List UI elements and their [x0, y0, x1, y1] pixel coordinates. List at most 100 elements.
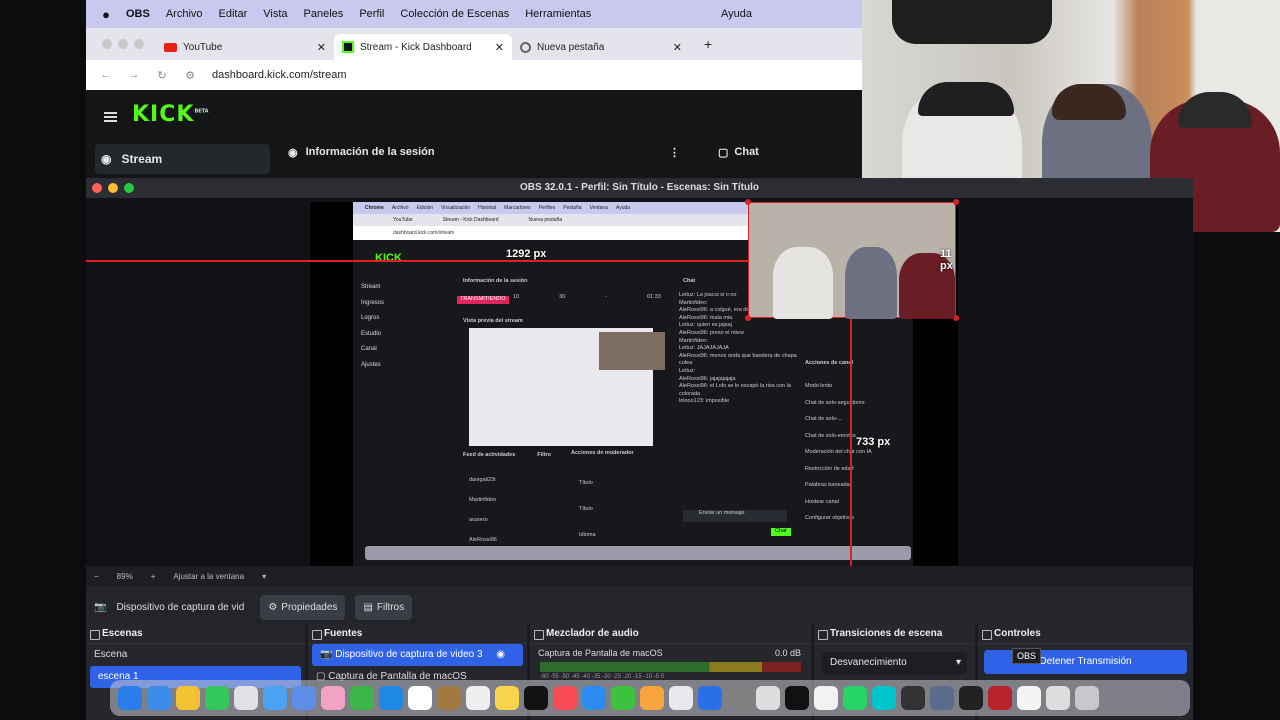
forward-icon[interactable]: →	[126, 69, 142, 81]
webcam-source-bounding-box[interactable]	[745, 199, 959, 321]
freeform-icon[interactable]	[669, 686, 693, 710]
canva-icon[interactable]	[872, 686, 896, 710]
tab-new-tab[interactable]: Nueva pestaña ✕	[512, 34, 690, 60]
resize-handle[interactable]	[745, 315, 751, 321]
eye-icon[interactable]: ◉	[496, 644, 505, 666]
mixer-title: Mezclador de audio	[530, 624, 811, 644]
music-icon[interactable]	[553, 686, 577, 710]
source-toolbar: 📷 Dispositivo de captura de vid ⚙ Propied…	[86, 586, 1193, 628]
settings-icon[interactable]	[727, 686, 751, 710]
app-icon[interactable]	[930, 686, 954, 710]
dictionary-icon[interactable]	[988, 686, 1012, 710]
chevron-down-icon: ▾	[955, 657, 961, 668]
maps-icon[interactable]	[292, 686, 316, 710]
menu-herramientas[interactable]: Herramientas	[525, 8, 591, 20]
inner-dock	[365, 546, 911, 560]
more-icon[interactable]: ⋮	[669, 146, 680, 159]
zoom-bar: − 89% + Ajustar a la ventana ▾	[86, 566, 1193, 586]
safari-icon[interactable]	[147, 686, 171, 710]
contacts-icon[interactable]	[437, 686, 461, 710]
chevron-down-icon[interactable]: ▾	[262, 572, 266, 581]
hamburger-menu-icon[interactable]	[104, 110, 117, 124]
sources-title: Fuentes	[308, 624, 527, 644]
menu-vista[interactable]: Vista	[263, 8, 287, 20]
preview-canvas[interactable]: Chrome Archivo Edición Visualización Histori…	[86, 199, 959, 566]
inner-feed-header: Feed de actividades Filtro	[463, 452, 552, 458]
numbers-icon[interactable]	[611, 686, 635, 710]
kick-header: KICKBETA ◉ Stream ◉ Información de la se…	[86, 90, 862, 180]
back-icon[interactable]: ←	[98, 69, 114, 81]
menu-editar[interactable]: Editar	[219, 8, 248, 20]
whatsapp-icon[interactable]	[843, 686, 867, 710]
tab-kick-dashboard[interactable]: Stream - Kick Dashboard ✕	[334, 34, 512, 60]
trash-icon[interactable]	[1075, 686, 1099, 710]
obs-icon[interactable]	[959, 686, 983, 710]
capcut-icon[interactable]	[785, 686, 809, 710]
url-text[interactable]: dashboard.kick.com/stream	[212, 69, 347, 81]
app-icon[interactable]	[756, 686, 780, 710]
keynote-icon[interactable]	[582, 686, 606, 710]
tv-icon[interactable]	[524, 686, 548, 710]
launchpad-icon[interactable]	[234, 686, 258, 710]
chat-bubble-icon: ▢	[718, 147, 729, 159]
close-icon[interactable]: ✕	[317, 41, 326, 54]
site-settings-icon[interactable]: ⚙	[182, 69, 198, 82]
drive-icon[interactable]	[379, 686, 403, 710]
scenes-title: Escenas	[86, 624, 305, 644]
filters-button[interactable]: ▤ Filtros	[355, 594, 413, 620]
menu-ayuda[interactable]: Ayuda	[721, 8, 752, 20]
calendar-icon[interactable]	[408, 686, 432, 710]
scene-item[interactable]: Escena	[86, 644, 305, 666]
source-item-selected[interactable]: 📷 Dispositivo de captura de video 3 ◉	[312, 644, 523, 666]
obs-tooltip: OBS	[1012, 648, 1042, 664]
chrome-icon[interactable]	[176, 686, 200, 710]
broadcast-icon: ◉	[288, 147, 298, 159]
downloads-icon[interactable]	[1046, 686, 1070, 710]
inner-kick-logo: KICK	[375, 252, 402, 264]
fit-window-button[interactable]: Ajustar a la ventana	[173, 572, 244, 581]
finder-icon[interactable]	[118, 686, 142, 710]
inner-stats: 10 30-01:33	[513, 294, 661, 300]
resize-handle[interactable]	[745, 199, 751, 205]
notes-icon[interactable]	[495, 686, 519, 710]
mail-icon[interactable]	[263, 686, 287, 710]
window-controls[interactable]	[92, 183, 134, 193]
transition-select[interactable]: Desvanecimiento ▾	[822, 652, 967, 674]
resize-handle[interactable]	[953, 199, 959, 205]
menu-coleccion[interactable]: Colección de Escenas	[400, 8, 509, 20]
menu-app-obs[interactable]: OBS	[126, 8, 150, 20]
inner-chat-input: Enviar un mensaje	[683, 510, 787, 522]
reload-icon[interactable]: ↻	[154, 69, 170, 82]
new-tab-plus-icon[interactable]: +	[704, 36, 712, 52]
zoom-out-button[interactable]: −	[94, 572, 99, 581]
window-controls[interactable]	[102, 39, 144, 49]
app-store-icon[interactable]	[698, 686, 722, 710]
facetime-icon[interactable]	[350, 686, 374, 710]
reminders-icon[interactable]	[466, 686, 490, 710]
app-icon[interactable]	[814, 686, 838, 710]
messages-icon[interactable]	[205, 686, 229, 710]
zoom-in-button[interactable]: +	[151, 572, 156, 581]
stop-streaming-button[interactable]: Detener Transmisión OBS	[984, 648, 1187, 674]
camera-icon: 📷	[94, 601, 107, 613]
close-icon[interactable]: ✕	[495, 41, 504, 54]
inner-actions: Modo lento Chat de solo-seguidores Chat de…	[805, 383, 872, 521]
document-icon[interactable]	[1017, 686, 1041, 710]
controls-title: Controles	[978, 624, 1193, 644]
obs-icon[interactable]	[901, 686, 925, 710]
menu-perfil[interactable]: Perfil	[359, 8, 384, 20]
menu-paneles[interactable]: Paneles	[304, 8, 344, 20]
menu-archivo[interactable]: Archivo	[166, 8, 203, 20]
close-icon[interactable]: ✕	[673, 41, 682, 54]
photos-icon[interactable]	[321, 686, 345, 710]
chrome-icon	[520, 41, 531, 53]
sidebar-item-stream[interactable]: ◉ Stream	[95, 144, 270, 174]
obs-preview[interactable]: Chrome Archivo Edición Visualización Histori…	[86, 198, 1193, 566]
properties-button[interactable]: ⚙ Propiedades	[260, 594, 346, 620]
tab-youtube[interactable]: YouTube ✕	[156, 34, 334, 60]
sidebar-item-label: Stream	[121, 152, 163, 166]
address-bar[interactable]: ← → ↻ ⚙ dashboard.kick.com/stream	[86, 60, 862, 90]
kick-logo[interactable]: KICKBETA	[132, 102, 209, 127]
pages-icon[interactable]	[640, 686, 664, 710]
apple-icon[interactable]: ●	[94, 7, 118, 22]
